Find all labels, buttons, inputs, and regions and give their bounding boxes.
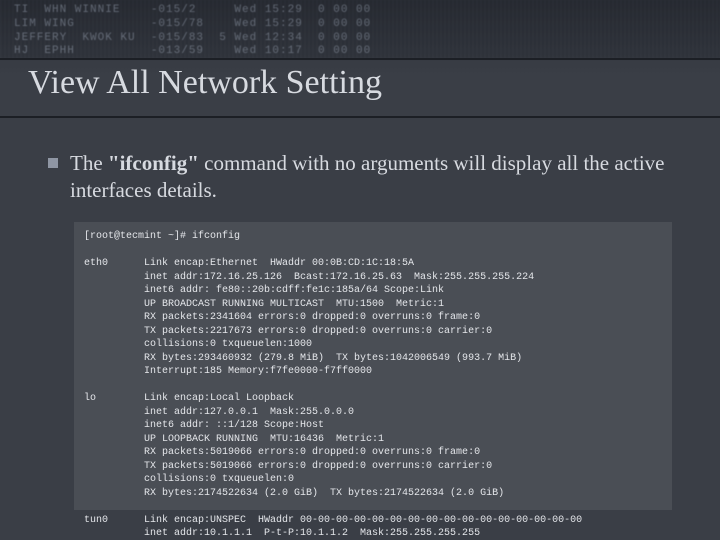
bullet-pre: The bbox=[70, 151, 108, 175]
background-terminal-text: TI WHN WINNIE -015/2 Wed 15:29 0 00 00 L… bbox=[0, 0, 720, 58]
body: The "ifconfig" command with no arguments… bbox=[48, 150, 680, 205]
bullet-icon bbox=[48, 158, 58, 168]
slide: TI WHN WINNIE -015/2 Wed 15:29 0 00 00 L… bbox=[0, 0, 720, 540]
bullet-strong: "ifconfig" bbox=[108, 151, 199, 175]
title-underline bbox=[0, 116, 720, 118]
bullet-text: The "ifconfig" command with no arguments… bbox=[70, 150, 680, 205]
slide-title: View All Network Setting bbox=[28, 64, 382, 102]
top-divider bbox=[0, 58, 720, 60]
bullet-item: The "ifconfig" command with no arguments… bbox=[48, 150, 680, 205]
terminal-output: [root@tecmint ~]# ifconfig eth0 Link enc… bbox=[74, 222, 672, 510]
